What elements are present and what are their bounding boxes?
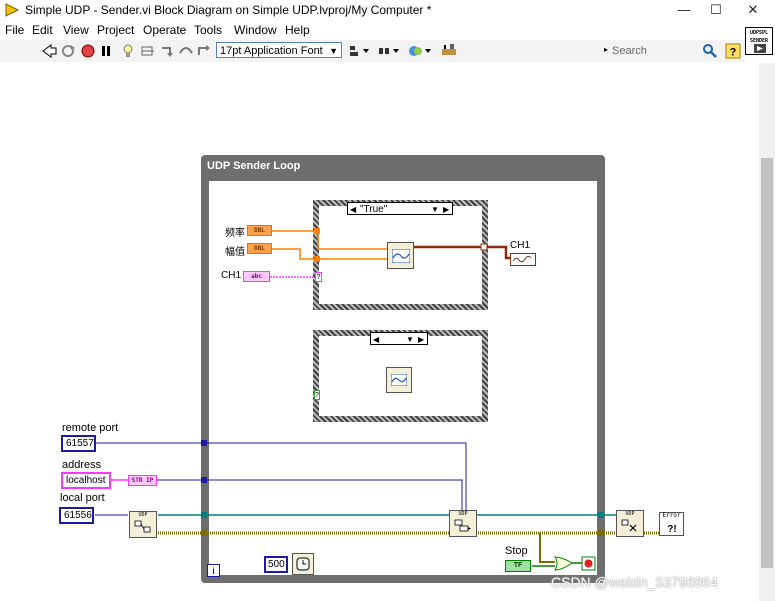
menu-project[interactable]: Project [97, 23, 134, 37]
chevron-down-icon[interactable]: ▼ [431, 203, 439, 216]
case-selector-false[interactable]: ◀ ▼ ▶ [370, 332, 428, 345]
error-question-icon: ?! [667, 524, 676, 533]
title-bar: Simple UDP - Sender.vi Block Diagram on … [0, 0, 775, 21]
selector-decrement-icon[interactable]: ◀ [350, 203, 356, 216]
close-button[interactable]: ✕ [737, 0, 769, 21]
udp-close-text: UDP [625, 511, 635, 517]
waveform-glyph-icon [513, 256, 532, 263]
udp-open-node[interactable]: UDP [129, 511, 157, 538]
iteration-terminal[interactable]: i [207, 564, 220, 577]
menu-window[interactable]: Window [234, 23, 277, 37]
abort-icon[interactable] [80, 43, 96, 59]
vi-icon-line1: UDPSPL [749, 30, 769, 36]
false-case-waveform-vi[interactable] [386, 367, 412, 393]
string-to-ip-function[interactable]: STR IP [128, 475, 157, 486]
selector-increment-icon[interactable]: ▶ [418, 333, 424, 346]
amp-dbl-terminal[interactable]: DBL [247, 243, 272, 254]
case-selector-true[interactable]: ◀ "True" ▼ ▶ [347, 202, 453, 215]
minimize-button[interactable]: — [668, 0, 700, 21]
step-over-icon[interactable] [178, 43, 194, 59]
vertical-scrollbar[interactable] [759, 63, 775, 601]
simulate-signal-vi[interactable] [387, 242, 414, 269]
align-objects-icon[interactable] [348, 43, 370, 59]
network-icon [134, 520, 151, 533]
network-write-icon [454, 519, 471, 532]
selector-increment-icon[interactable]: ▶ [443, 203, 449, 216]
chevron-down-icon[interactable]: ▼ [406, 333, 414, 346]
udp-close-node[interactable]: UDP [616, 510, 644, 537]
ch1-input-label: CH1 [221, 270, 242, 281]
scrollbar-thumb[interactable] [761, 158, 773, 568]
maximize-button[interactable]: ☐ [700, 0, 732, 21]
udp-write-node[interactable]: UDP [449, 510, 477, 537]
remote-port-control[interactable]: 61557 [61, 435, 96, 452]
case-selector-value: "True" [360, 204, 388, 215]
font-dropdown[interactable]: 17pt Application Font ▼ [216, 42, 342, 58]
waveform-generator-icon [392, 249, 410, 263]
reorder-icon[interactable] [408, 43, 432, 59]
labview-app-icon [5, 3, 20, 17]
context-help-icon[interactable]: ? [725, 43, 741, 59]
stop-label: Stop [505, 545, 528, 557]
highlight-execution-icon[interactable] [120, 43, 136, 59]
menu-view[interactable]: View [63, 23, 89, 37]
udp-write-text: UDP [458, 511, 468, 517]
false-case-tunnel[interactable]: ? [314, 390, 320, 400]
error-handler-text: Error [662, 512, 681, 519]
wait-ms-function[interactable] [292, 553, 314, 575]
selector-decrement-icon[interactable]: ◀ [373, 333, 379, 346]
retain-wire-values-icon[interactable] [140, 43, 156, 59]
svg-text:?!: ?! [667, 524, 676, 533]
address-control[interactable]: localhost [61, 472, 111, 489]
network-close-icon [621, 519, 637, 532]
chevron-down-icon: ▼ [329, 46, 338, 56]
remote-port-label: remote port [62, 422, 119, 434]
local-port-label: local port [60, 492, 105, 504]
local-port-control[interactable]: 61556 [59, 507, 94, 524]
vi-icon-glyph [754, 44, 766, 53]
udp-open-text: UDP [138, 512, 148, 518]
run-arrow-icon[interactable] [41, 43, 57, 59]
step-into-icon[interactable] [160, 43, 176, 59]
vi-icon[interactable]: UDPSPL SENDER [745, 27, 773, 55]
ch1-string-terminal[interactable]: abc [243, 271, 270, 282]
amp-label: 幅值 [225, 247, 245, 258]
svg-text:?: ? [730, 47, 737, 59]
search-icon[interactable] [702, 43, 718, 59]
distribute-objects-icon[interactable] [378, 43, 400, 59]
address-label: address [62, 459, 102, 471]
menu-edit[interactable]: Edit [32, 23, 53, 37]
ch1-output-label: CH1 [510, 240, 531, 251]
menu-help[interactable]: Help [285, 23, 310, 37]
window-title: Simple UDP - Sender.vi Block Diagram on … [25, 3, 432, 17]
string-question-tunnel[interactable]: ? [315, 272, 322, 282]
waveform-generator-icon [391, 374, 407, 386]
search-expander-icon[interactable]: ▸ [604, 45, 608, 54]
font-dropdown-value: 17pt Application Font [220, 45, 323, 57]
clock-icon [296, 557, 310, 571]
freq-dbl-terminal[interactable]: DBL [247, 225, 272, 236]
menu-tools[interactable]: Tools [194, 23, 222, 37]
simple-error-handler-node[interactable]: Error ?! [659, 512, 684, 536]
toolbar: 17pt Application Font ▼ ▸ Search ? [0, 40, 745, 63]
clean-up-diagram-icon[interactable] [440, 43, 460, 59]
menu-file[interactable]: File [5, 23, 24, 37]
loop-title: UDP Sender Loop [207, 160, 301, 172]
menu-bar: File Edit View Project Operate Tools Win… [0, 21, 745, 39]
pause-icon[interactable] [98, 43, 114, 59]
menu-operate[interactable]: Operate [143, 23, 186, 37]
stop-button-terminal[interactable]: TF [505, 560, 531, 572]
run-continuously-icon[interactable] [60, 43, 76, 59]
ch1-waveform-indicator[interactable] [510, 253, 536, 266]
watermark: CSDN @weixin_53796864 [551, 574, 718, 590]
freq-label: 频率 [225, 228, 245, 239]
wait-ms-constant[interactable]: 500 [264, 556, 288, 573]
step-out-icon[interactable] [196, 43, 212, 59]
